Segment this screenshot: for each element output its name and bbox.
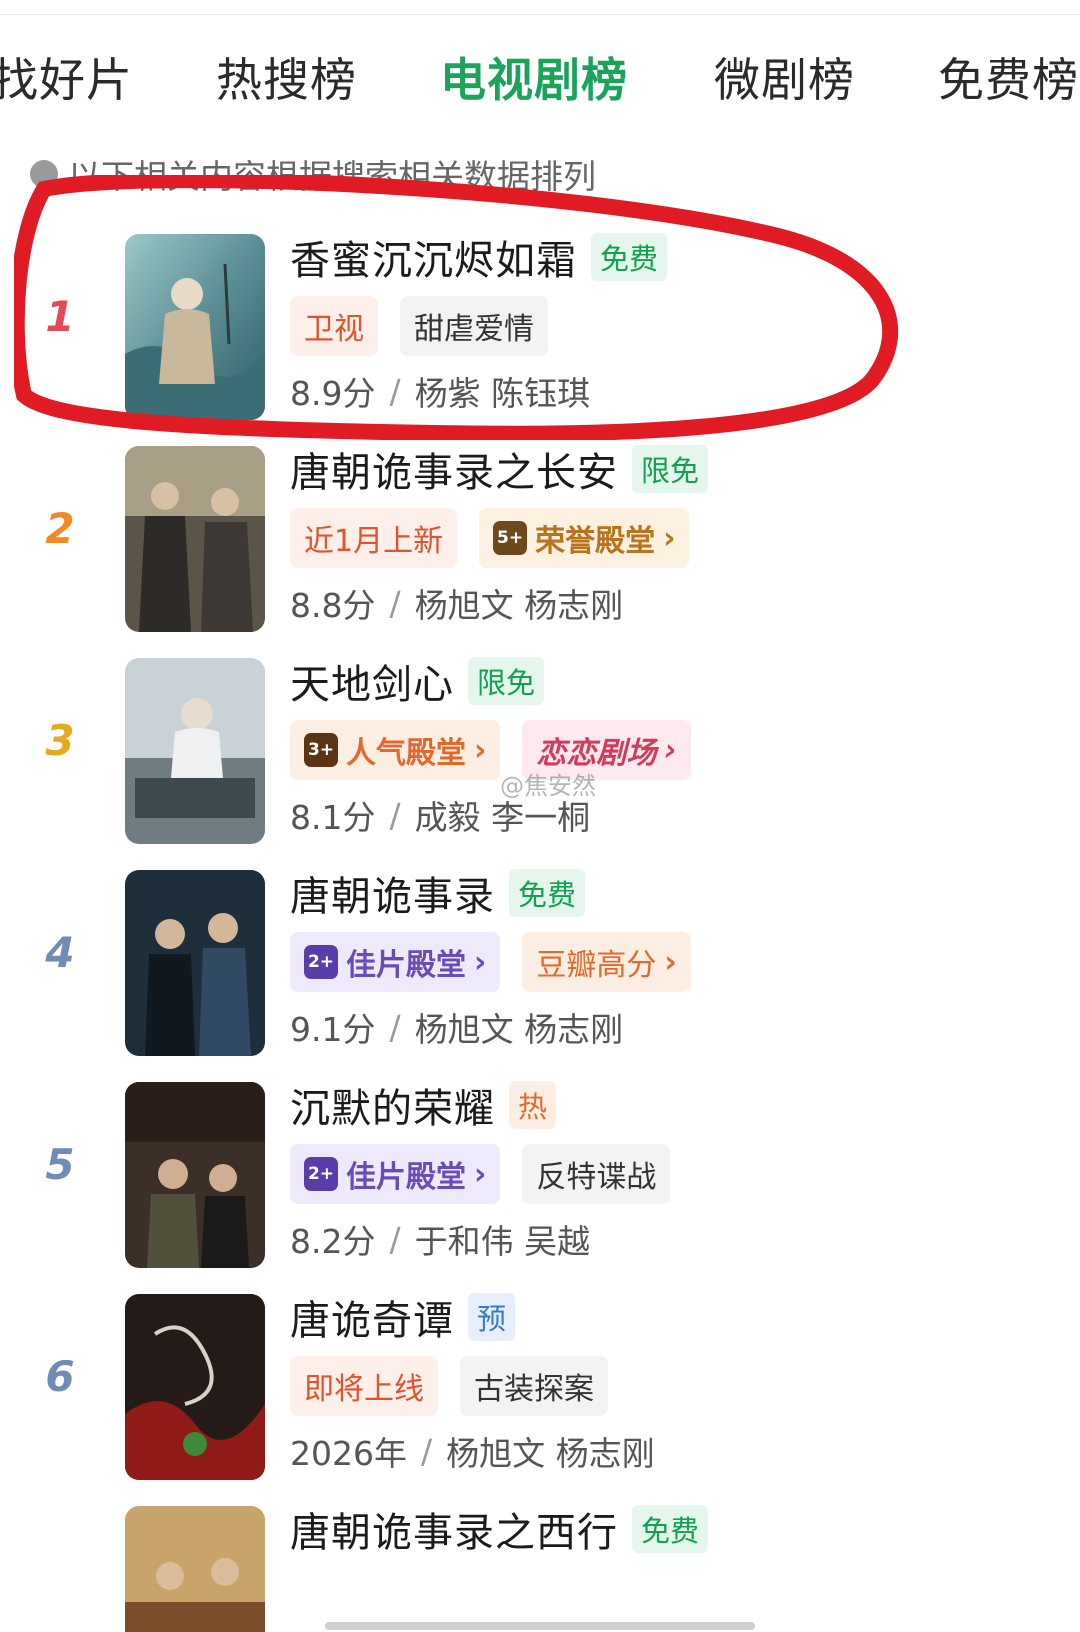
tab-tv-drama[interactable]: 电视剧榜 (440, 52, 628, 108)
tag-douban-high[interactable]: 豆瓣高分 › (522, 932, 691, 992)
item-info: 香蜜沉沉烬如霜 免费 卫视 甜虐爱情 8.9分 / 杨紫 陈钰琪 (290, 228, 1050, 418)
chevron-right-icon: › (474, 1156, 487, 1192)
ranking-tabs: 找好片 热搜榜 电视剧榜 微剧榜 免费榜 (0, 0, 1080, 150)
list-item[interactable]: 4 唐朝诡事录 免费 2+ 佳片殿堂 › 豆瓣高分 › 9.1分 / 杨旭文 杨… (0, 856, 1080, 1056)
level-badge-icon: 2+ (304, 1157, 338, 1191)
cast: 于和伟 吴越 (414, 1222, 591, 1261)
rank-number: 2 (45, 504, 75, 553)
meta-separator: / (389, 583, 401, 623)
tab-micro-drama[interactable]: 微剧榜 (714, 52, 855, 108)
flag-badge: 热 (509, 1081, 557, 1129)
tab-find-good[interactable]: 找好片 (0, 52, 133, 108)
score: 8.2分 (290, 1222, 376, 1261)
chevron-right-icon: › (664, 944, 677, 980)
poster-image[interactable] (125, 1082, 265, 1268)
tag-new-release: 近1月上新 (290, 508, 458, 568)
rank-number: 5 (45, 1140, 75, 1189)
flag-badge: 免费 (632, 1505, 709, 1553)
tab-free[interactable]: 免费榜 (938, 52, 1079, 108)
list-item[interactable]: 5 沉默的荣耀 热 2+ 佳片殿堂 › 反特谍战 8.2分 / 于和伟 吴越 (0, 1068, 1080, 1268)
meta-separator: / (389, 795, 401, 835)
tag-label: 荣誉殿堂 (535, 524, 656, 559)
item-info: 唐朝诡事录之长安 限免 近1月上新 5+ 荣誉殿堂 › 8.8分 / 杨旭文 杨… (290, 440, 1050, 630)
chevron-right-icon: › (664, 732, 677, 768)
info-icon (30, 160, 58, 188)
tag-genre[interactable]: 反特谍战 (522, 1144, 671, 1204)
tag-quality-hall[interactable]: 2+ 佳片殿堂 › (290, 1144, 501, 1204)
list-item[interactable]: 6 唐诡奇谭 预 即将上线 古装探案 2026年 / 杨旭文 杨志刚 (0, 1280, 1080, 1480)
level-badge-icon: 3+ (304, 733, 338, 767)
tag-label: 佳片殿堂 (346, 948, 466, 983)
notice-text: 以下相关内容根据搜索相关数据排列 (68, 157, 596, 196)
meta-separator: / (389, 1007, 401, 1047)
drama-title[interactable]: 天地剑心 (290, 652, 454, 710)
meta-separator: / (389, 371, 401, 411)
level-badge-icon: 5+ (493, 521, 528, 555)
watermark: @焦安然 (500, 772, 596, 800)
poster-image[interactable] (125, 658, 265, 844)
tag-coming-soon: 即将上线 (290, 1356, 438, 1416)
cast: 杨旭文 杨志刚 (414, 1010, 624, 1049)
tag-label: 豆瓣高分 (536, 948, 657, 983)
level-badge-icon: 2+ (304, 945, 338, 979)
rank-number: 6 (45, 1352, 75, 1401)
item-info: 唐朝诡事录之西行 免费 (290, 1500, 1050, 1558)
cast: 杨旭文 杨志刚 (414, 586, 624, 625)
score: 8.8分 (290, 586, 376, 625)
poster-image[interactable] (125, 234, 265, 420)
flag-badge: 预 (468, 1293, 516, 1341)
ranking-notice: 以下相关内容根据搜索相关数据排列 (30, 152, 596, 196)
tag-label: 佳片殿堂 (346, 1160, 466, 1195)
item-info: 沉默的荣耀 热 2+ 佳片殿堂 › 反特谍战 8.2分 / 于和伟 吴越 (290, 1076, 1050, 1266)
flag-badge: 限免 (468, 657, 545, 705)
list-item[interactable]: 唐朝诡事录之西行 免费 (0, 1492, 1080, 1632)
tag-honor-hall[interactable]: 5+ 荣誉殿堂 › (479, 508, 690, 568)
drama-title[interactable]: 唐诡奇谭 (290, 1288, 454, 1346)
meta-separator: / (389, 1219, 401, 1259)
tag-satellite: 卫视 (290, 296, 378, 356)
flag-badge: 免费 (509, 869, 586, 917)
flag-badge: 限免 (632, 445, 709, 493)
tag-genre[interactable]: 甜虐爱情 (400, 296, 548, 356)
chevron-right-icon: › (474, 944, 487, 980)
drama-title[interactable]: 沉默的荣耀 (290, 1076, 495, 1134)
score: 9.1分 (290, 1010, 376, 1049)
poster-image[interactable] (125, 870, 265, 1056)
chevron-right-icon: › (474, 732, 487, 768)
list-item[interactable]: 1 香蜜沉沉烬如霜 免费 卫视 甜虐爱情 8.9分 / 杨紫 陈钰琪 (0, 220, 1080, 420)
tab-hot-search[interactable]: 热搜榜 (216, 52, 357, 108)
rank-number: 3 (45, 716, 75, 765)
drama-title[interactable]: 唐朝诡事录之西行 (290, 1500, 618, 1558)
item-info: 唐诡奇谭 预 即将上线 古装探案 2026年 / 杨旭文 杨志刚 (290, 1288, 1050, 1478)
poster-image[interactable] (125, 1506, 265, 1632)
tag-quality-hall[interactable]: 2+ 佳片殿堂 › (290, 932, 501, 992)
meta-separator: / (420, 1431, 433, 1471)
tag-genre[interactable]: 古装探案 (460, 1356, 608, 1416)
drama-title[interactable]: 香蜜沉沉烬如霜 (290, 228, 577, 286)
rank-number: 4 (45, 928, 75, 977)
poster-image[interactable] (125, 446, 265, 632)
drama-title[interactable]: 唐朝诡事录 (290, 864, 495, 922)
tag-label: 人气殿堂 (346, 736, 466, 771)
release-year: 2026年 (290, 1434, 407, 1473)
flag-badge: 免费 (591, 233, 668, 281)
score: 8.9分 (290, 374, 376, 413)
drama-title[interactable]: 唐朝诡事录之长安 (290, 440, 618, 498)
cast: 杨紫 陈钰琪 (414, 374, 591, 413)
rank-number: 1 (45, 292, 75, 341)
poster-image[interactable] (125, 1294, 265, 1480)
chevron-right-icon: › (663, 520, 676, 556)
tag-popular-hall[interactable]: 3+ 人气殿堂 › (290, 720, 501, 780)
home-indicator (325, 1622, 755, 1630)
cast: 杨旭文 杨志刚 (446, 1434, 655, 1473)
item-info: 天地剑心 限免 3+ 人气殿堂 › 恋恋剧场 › 8.1分 / 成毅 李一桐 (290, 652, 1050, 842)
score: 8.1分 (290, 798, 376, 837)
list-item[interactable]: 3 天地剑心 限免 3+ 人气殿堂 › 恋恋剧场 › 8.1分 / 成毅 李一桐 (0, 644, 1080, 844)
item-info: 唐朝诡事录 免费 2+ 佳片殿堂 › 豆瓣高分 › 9.1分 / 杨旭文 杨志刚 (290, 864, 1050, 1054)
list-item[interactable]: 2 唐朝诡事录之长安 限免 近1月上新 5+ 荣誉殿堂 › 8.8分 / 杨旭文… (0, 432, 1080, 632)
